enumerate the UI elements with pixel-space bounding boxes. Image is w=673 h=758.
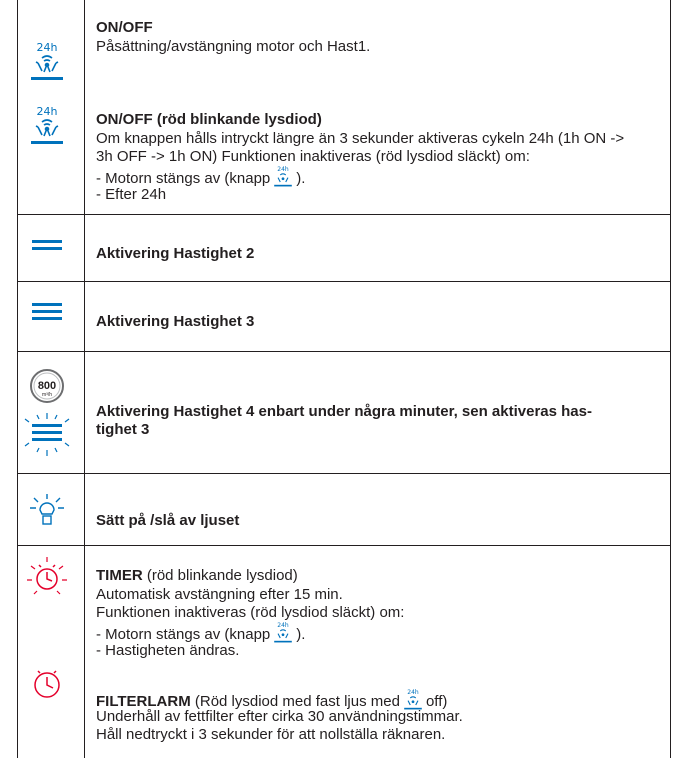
timer-title: TIMER	[96, 567, 143, 584]
three-bars-icon	[32, 303, 62, 323]
fan-24h-icon: 24h	[29, 40, 65, 90]
timer-line-text: ).	[296, 626, 306, 643]
fan-24h-icon-label: 24h	[37, 41, 58, 54]
light-title: Sätt på /slå av ljuset	[96, 512, 240, 529]
row-divider	[17, 545, 671, 546]
fan-24h-icon: 24h	[273, 165, 293, 187]
timer-line: - Hastigheten ändras.	[96, 642, 240, 659]
timer-line: Automatisk avstängning efter 15 min.	[96, 586, 343, 603]
timer-blinking-icon	[25, 556, 69, 600]
speed4-title: Aktivering Hastighet 4 enbart under någr…	[96, 403, 592, 420]
svg-text:24h: 24h	[278, 166, 290, 173]
speed4-title: tighet 3	[96, 421, 150, 438]
onoff-red-line: 3h OFF -> 1h ON) Funktionen inaktiveras …	[96, 148, 530, 165]
speed2-title: Aktivering Hastighet 2	[96, 245, 255, 262]
blinking-bars-icon	[24, 412, 70, 462]
onoff-red-line: Om knappen hålls intryckt längre än 3 se…	[96, 130, 625, 147]
filter-line: Håll nedtryckt i 3 sekunder för att noll…	[96, 726, 446, 743]
lightbulb-icon	[28, 492, 66, 528]
table-column-divider	[84, 0, 85, 758]
filter-line: Underhåll av fettfilter efter cirka 30 a…	[96, 708, 463, 725]
svg-text:24h: 24h	[407, 689, 419, 696]
row-divider	[17, 473, 671, 474]
row-divider	[17, 351, 671, 352]
svg-text:24h: 24h	[278, 622, 290, 629]
fan-24h-icon-label: 24h	[37, 105, 58, 118]
two-bars-icon	[32, 240, 62, 252]
timer-line: Funktionen inaktiveras (röd lysdiod släc…	[96, 604, 405, 621]
timer-title-suffix: (röd blinkande lysdiod)	[142, 567, 298, 584]
onoff-title: ON/OFF	[96, 19, 153, 36]
row-divider	[17, 281, 671, 282]
speed3-title: Aktivering Hastighet 3	[96, 313, 255, 330]
onoff-description: Påsättning/avstängning motor och Hast1.	[96, 38, 371, 55]
onoff-red-line-text: ).	[296, 170, 306, 187]
timer-title-line: TIMER (röd blinkande lysdiod)	[96, 566, 298, 585]
speed-800-icon: 800 m³/h	[29, 368, 65, 404]
timer-icon	[31, 668, 63, 700]
table-left-border	[17, 0, 18, 758]
speed-800-unit: m³/h	[42, 392, 52, 398]
fan-24h-icon: 24h	[273, 621, 293, 643]
speed-800-value: 800	[38, 380, 56, 392]
table-right-border	[670, 0, 671, 758]
onoff-red-line: - Efter 24h	[96, 186, 167, 203]
fan-24h-icon: 24h	[29, 104, 65, 154]
row-divider	[17, 214, 671, 215]
onoff-red-title: ON/OFF (röd blinkande lysdiod)	[96, 111, 322, 128]
instruction-table: 24h ON/OFF Påsättning/avstängning motor …	[0, 0, 673, 758]
